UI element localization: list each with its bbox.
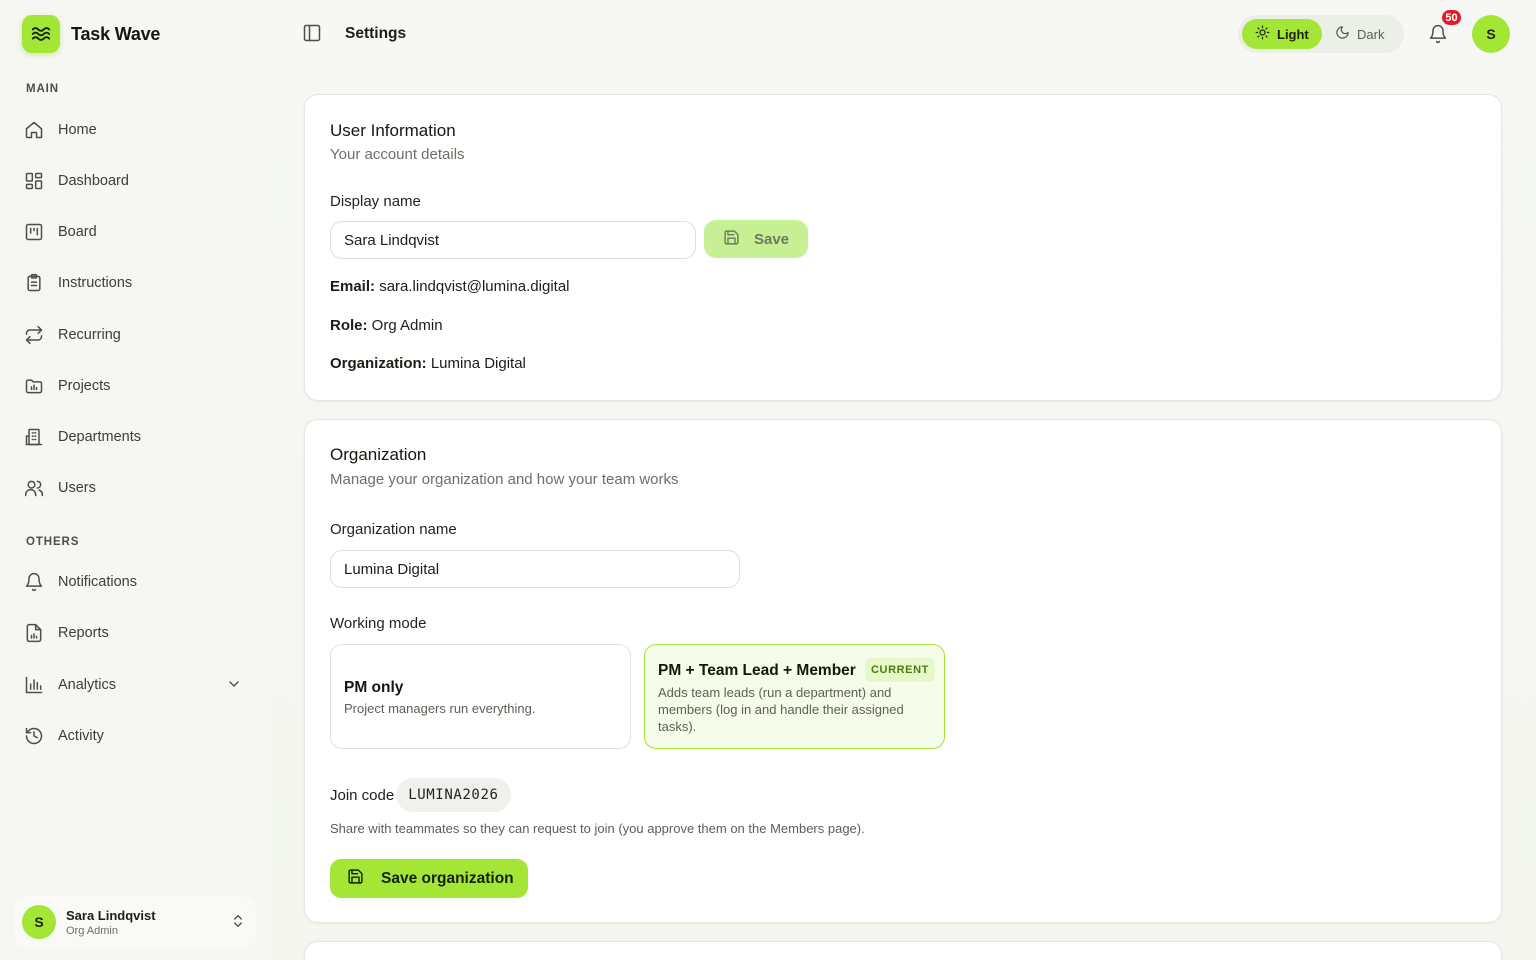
theme-switch: Light Dark — [1238, 15, 1404, 53]
join-code-help: Share with teammates so they can request… — [330, 821, 865, 836]
save-icon — [723, 229, 740, 250]
folder-chart-icon — [24, 376, 44, 396]
theme-dark-button[interactable]: Dark — [1322, 19, 1397, 49]
bell-icon — [24, 572, 44, 592]
email-label: Email: — [330, 278, 376, 295]
mode-title: PM + Team Lead + Member — [658, 662, 856, 679]
role-value: Org Admin — [371, 317, 443, 334]
bar-chart-icon — [24, 675, 44, 695]
mode-description: Adds team leads (run a department) and m… — [658, 685, 904, 734]
report-icon — [24, 623, 44, 643]
home-icon — [24, 120, 44, 140]
sidebar-item-label: Recurring — [58, 327, 121, 343]
page-title: Settings — [345, 25, 407, 42]
working-mode-option-pm-team-lead-member[interactable]: PM + Team Lead + Member CURRENT Adds tea… — [644, 644, 945, 749]
sidebar-item-label: Projects — [58, 378, 111, 394]
avatar[interactable]: S — [1472, 15, 1510, 53]
history-icon — [24, 726, 44, 746]
sidebar-item-label: Reports — [58, 625, 109, 641]
avatar: S — [22, 905, 56, 939]
repeat-icon — [24, 325, 44, 345]
user-role: Org Admin — [66, 924, 118, 937]
card-title: User Information — [330, 121, 456, 140]
save-organization-label: Save organization — [381, 869, 514, 887]
brand[interactable]: Task Wave — [22, 15, 160, 53]
save-organization-button[interactable]: Save organization — [330, 859, 528, 898]
save-icon — [347, 868, 364, 890]
current-badge: CURRENT — [865, 658, 935, 682]
sidebar-item-label: Dashboard — [58, 173, 129, 189]
card-subtitle: Your account details — [330, 146, 465, 163]
sun-icon — [1255, 25, 1270, 43]
join-code-label: Join code — [330, 786, 395, 804]
sidebar-item-label: Departments — [58, 429, 142, 445]
theme-light-label: Light — [1277, 26, 1309, 42]
join-code-row: Join code LUMINA2026 — [330, 778, 511, 812]
sidebar-user-menu[interactable]: S Sara Lindqvist Org Admin — [14, 896, 256, 948]
topbar: Settings Light Dark 50 S — [270, 0, 1536, 70]
moon-icon — [1335, 25, 1350, 43]
sidebar-toggle-icon[interactable] — [302, 23, 324, 45]
organization-card: Organization Manage your organization an… — [304, 419, 1502, 923]
waves-icon — [22, 15, 60, 53]
sidebar-item-analytics[interactable]: Analytics — [24, 667, 250, 703]
email-value: sara.lindqvist@lumina.digital — [379, 278, 570, 295]
sidebar-item-label: Activity — [58, 728, 104, 744]
display-name-input[interactable] — [330, 221, 696, 259]
sidebar-item-label: Analytics — [58, 677, 117, 693]
join-code-value[interactable]: LUMINA2026 — [396, 778, 511, 812]
sidebar-item-label: Home — [58, 122, 97, 138]
chevron-down-icon[interactable] — [226, 676, 242, 696]
role-line: Role: Org Admin — [330, 317, 443, 334]
organization-line: Organization: Lumina Digital — [330, 355, 526, 372]
next-settings-card — [304, 941, 1502, 960]
working-mode-option-pm-only[interactable]: PM only Project managers run everything. — [330, 644, 631, 749]
sidebar-item-recurring[interactable]: Recurring — [24, 317, 250, 353]
mode-title: PM only — [344, 679, 404, 696]
board-icon — [24, 222, 44, 242]
organization-value: Lumina Digital — [430, 355, 526, 372]
sidebar-item-users[interactable]: Users — [24, 470, 250, 506]
theme-dark-label: Dark — [1357, 26, 1385, 42]
theme-light-button[interactable]: Light — [1242, 19, 1322, 49]
sidebar-item-activity[interactable]: Activity — [24, 718, 250, 754]
app-name: Task Wave — [71, 23, 161, 44]
card-subtitle: Manage your organization and how your te… — [330, 471, 679, 488]
email-line: Email: sara.lindqvist@lumina.digital — [330, 278, 570, 295]
sidebar-item-label: Users — [58, 480, 96, 496]
sidebar-item-label: Notifications — [58, 574, 137, 590]
sidebar-item-notifications[interactable]: Notifications — [24, 564, 250, 600]
organization-name-input[interactable] — [330, 550, 740, 588]
clipboard-icon — [24, 273, 44, 293]
display-name-label: Display name — [330, 193, 421, 210]
dashboard-icon — [24, 171, 44, 191]
organization-label: Organization: — [330, 355, 427, 372]
sidebar-item-label: Board — [58, 224, 97, 240]
organization-name-label: Organization name — [330, 521, 457, 538]
building-icon — [24, 427, 44, 447]
sidebar-item-projects[interactable]: Projects — [24, 368, 250, 404]
users-icon — [24, 478, 44, 498]
section-label-others: OTHERS — [26, 536, 80, 548]
save-label: Save — [753, 230, 790, 248]
mode-description: Project managers run everything. — [344, 701, 536, 716]
notifications-bell-icon[interactable] — [1428, 24, 1448, 44]
sidebar: Task Wave MAIN Home Dashboard Board Inst… — [0, 0, 270, 960]
card-title: Organization — [330, 445, 427, 464]
notification-count-badge: 50 — [1440, 8, 1463, 27]
user-name: Sara Lindqvist — [66, 907, 156, 923]
sidebar-item-departments[interactable]: Departments — [24, 419, 250, 455]
sidebar-item-home[interactable]: Home — [24, 112, 250, 148]
user-information-card: User Information Your account details Di… — [304, 94, 1502, 401]
sidebar-item-reports[interactable]: Reports — [24, 615, 250, 651]
chevrons-up-down-icon — [230, 913, 246, 934]
sidebar-item-instructions[interactable]: Instructions — [24, 265, 250, 301]
working-mode-label: Working mode — [330, 615, 427, 632]
sidebar-item-label: Instructions — [58, 275, 133, 291]
role-label: Role: — [330, 317, 368, 334]
save-display-name-button[interactable]: Save — [704, 220, 808, 258]
sidebar-item-board[interactable]: Board — [24, 214, 250, 250]
section-label-main: MAIN — [26, 83, 59, 95]
sidebar-item-dashboard[interactable]: Dashboard — [24, 163, 250, 199]
